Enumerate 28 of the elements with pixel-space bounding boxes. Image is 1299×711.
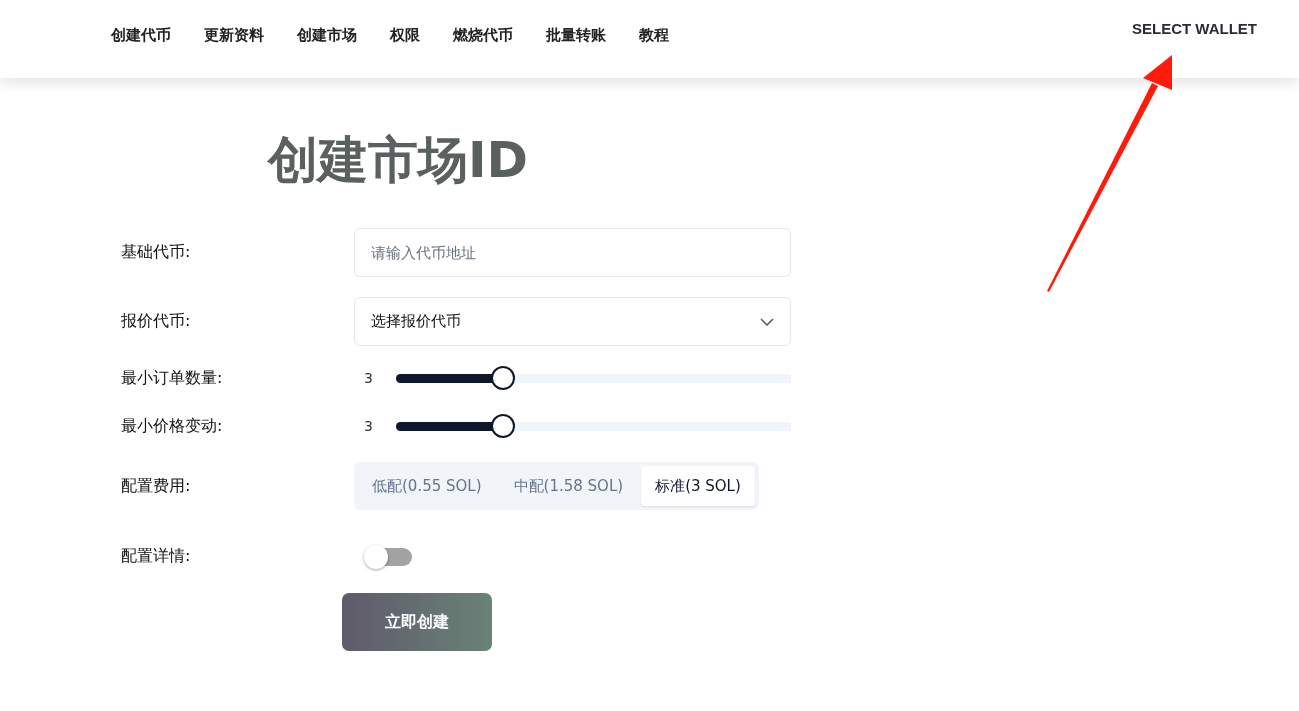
token-address-field[interactable]: 请输入代币地址 xyxy=(354,228,791,277)
slider-value: 3 xyxy=(364,418,374,434)
nav-link[interactable]: 燃烧代币 xyxy=(453,25,513,45)
field-label: 配置详情: xyxy=(121,546,192,567)
select-wallet-button[interactable]: SELECT WALLET xyxy=(1132,15,1257,41)
nav-link[interactable]: 创建市场 xyxy=(297,25,357,45)
details-toggle[interactable] xyxy=(366,547,412,566)
field-label: 报价代币: xyxy=(121,311,192,332)
nav-link[interactable]: 教程 xyxy=(639,25,669,45)
quote-token-select[interactable]: 选择报价代币 xyxy=(354,297,791,346)
field-label: 配置费用: xyxy=(121,475,192,497)
field-label: 基础代币: xyxy=(121,242,192,263)
field-label: 最小订单数量: xyxy=(121,367,224,389)
fee-option[interactable]: 中配(1.58 SOL) xyxy=(499,466,638,506)
slider-value: 3 xyxy=(364,370,374,386)
page-title: 创建市场ID xyxy=(268,130,530,190)
nav-link[interactable]: 批量转账 xyxy=(546,25,606,45)
slider-thumb[interactable] xyxy=(490,414,515,438)
nav-link[interactable]: 权限 xyxy=(390,25,420,45)
fee-option[interactable]: 标准(3 SOL) xyxy=(641,466,755,506)
chevron-down-icon xyxy=(760,317,774,326)
fee-option[interactable]: 低配(0.55 SOL) xyxy=(358,466,496,506)
nav-link[interactable]: 创建代币 xyxy=(111,25,171,45)
select-value: 选择报价代币 xyxy=(371,312,461,331)
field-label: 最小价格变动: xyxy=(121,415,224,437)
nav-link[interactable]: 更新资料 xyxy=(204,25,264,45)
slider-thumb[interactable] xyxy=(490,366,515,390)
create-button[interactable]: 立即创建 xyxy=(342,593,492,651)
